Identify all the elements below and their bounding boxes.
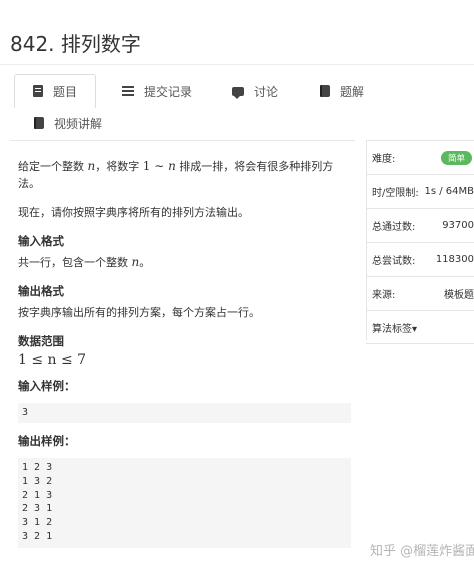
tab-submissions[interactable]: 提交记录 — [122, 74, 192, 108]
sample-input-heading: 输入样例： — [18, 379, 76, 393]
source-label: 来源: — [372, 290, 396, 301]
problem-tabs: 题目 提交记录 讨论 题解 视频讲解 — [0, 72, 474, 142]
limits-value: 1s / 64MB — [424, 186, 474, 197]
tab-solutions-label: 题解 — [340, 84, 365, 99]
passed-value: 93700 — [442, 220, 474, 231]
intro-paragraph: 给定一个整数 n，将数字 1 ∼ n 排成一排，将会有很多种排列方法。 — [18, 158, 353, 192]
passed-label: 总通过数: — [372, 222, 416, 233]
algorithm-tags-toggle[interactable]: 算法标签▾ — [372, 320, 417, 335]
title-divider — [0, 64, 474, 65]
sample-output-box[interactable]: 1 2 3 1 3 2 2 1 3 2 3 1 3 1 2 3 2 1 — [18, 458, 351, 548]
tags-row[interactable]: 算法标签▾ — [366, 310, 474, 344]
attempts-row: 总尝试数: 118300 — [366, 242, 474, 276]
sample-output-line: 3 2 1 — [22, 530, 53, 542]
tab-discussion-label: 讨论 — [254, 84, 279, 99]
tab-solutions[interactable]: 题解 — [320, 74, 364, 108]
sample-output-heading: 输出样例： — [18, 434, 76, 448]
input-format-heading: 输入格式 — [18, 234, 64, 248]
intro2-paragraph: 现在，请你按照字典序将所有的排列方法输出。 — [18, 206, 249, 219]
panel-divider — [10, 140, 355, 141]
source-value[interactable]: 模板题 — [444, 286, 474, 301]
math-n: n — [168, 159, 176, 173]
passed-row: 总通过数: 93700 — [366, 208, 474, 242]
difficulty-label: 难度: — [372, 154, 396, 165]
limits-row: 时/空限制: 1s / 64MB — [366, 174, 474, 208]
sample-output-line: 1 3 2 — [22, 475, 53, 487]
difficulty-badge: 简单 — [440, 150, 472, 165]
tab-problem-label: 题目 — [53, 84, 78, 99]
sample-output-line: 1 2 3 — [22, 462, 53, 473]
input-format-text: 共一行，包含一个整数 n。 — [18, 254, 353, 271]
sample-output-line: 2 3 1 — [22, 503, 53, 515]
output-format-text: 按字典序输出所有的排列方案，每个方案占一行。 — [18, 306, 260, 319]
sample-output-line: 3 1 2 — [22, 517, 53, 529]
tab-video-label: 视频讲解 — [54, 116, 103, 131]
book-icon — [34, 117, 44, 129]
watermark: 知乎 @榴莲炸酱面 — [370, 544, 474, 559]
source-row: 来源: 模板题 — [366, 276, 474, 310]
problem-statement: 给定一个整数 n，将数字 1 ∼ n 排成一排，将会有很多种排列方法。 现在，请… — [18, 152, 353, 395]
sample-input-text: 3 — [22, 407, 29, 418]
intro-text-a: 给定一个整数 — [18, 160, 88, 173]
attempts-label: 总尝试数: — [372, 256, 416, 267]
sample-output-line: 2 1 3 — [22, 489, 53, 501]
chat-icon — [232, 86, 244, 99]
data-range-heading: 数据范围 — [18, 334, 64, 348]
input-format-text-a: 共一行，包含一个整数 — [18, 256, 132, 269]
tab-submissions-label: 提交记录 — [144, 84, 193, 99]
data-range-expression: 1 ≤ n ≤ 7 — [18, 352, 87, 368]
tab-video[interactable]: 视频讲解 — [34, 106, 102, 140]
attempts-value: 118300 — [435, 254, 474, 265]
tab-problem[interactable]: 题目 — [14, 74, 97, 108]
math-tilde: ∼ — [150, 159, 169, 173]
output-format-heading: 输出格式 — [18, 284, 64, 298]
book-icon — [320, 85, 330, 97]
sample-output-section: 输出样例： — [18, 433, 353, 450]
list-icon — [122, 86, 134, 96]
input-format-text-b: 。 — [139, 256, 151, 269]
tab-discussion[interactable]: 讨论 — [232, 74, 278, 108]
document-icon — [33, 85, 43, 97]
difficulty-row: 难度: 简单 — [366, 140, 474, 174]
limits-label: 时/空限制: — [372, 188, 419, 199]
intro-text-b: ，将数字 — [95, 160, 143, 173]
sample-input-box[interactable]: 3 — [18, 403, 351, 423]
problem-title: 842. 排列数字 — [10, 32, 141, 56]
